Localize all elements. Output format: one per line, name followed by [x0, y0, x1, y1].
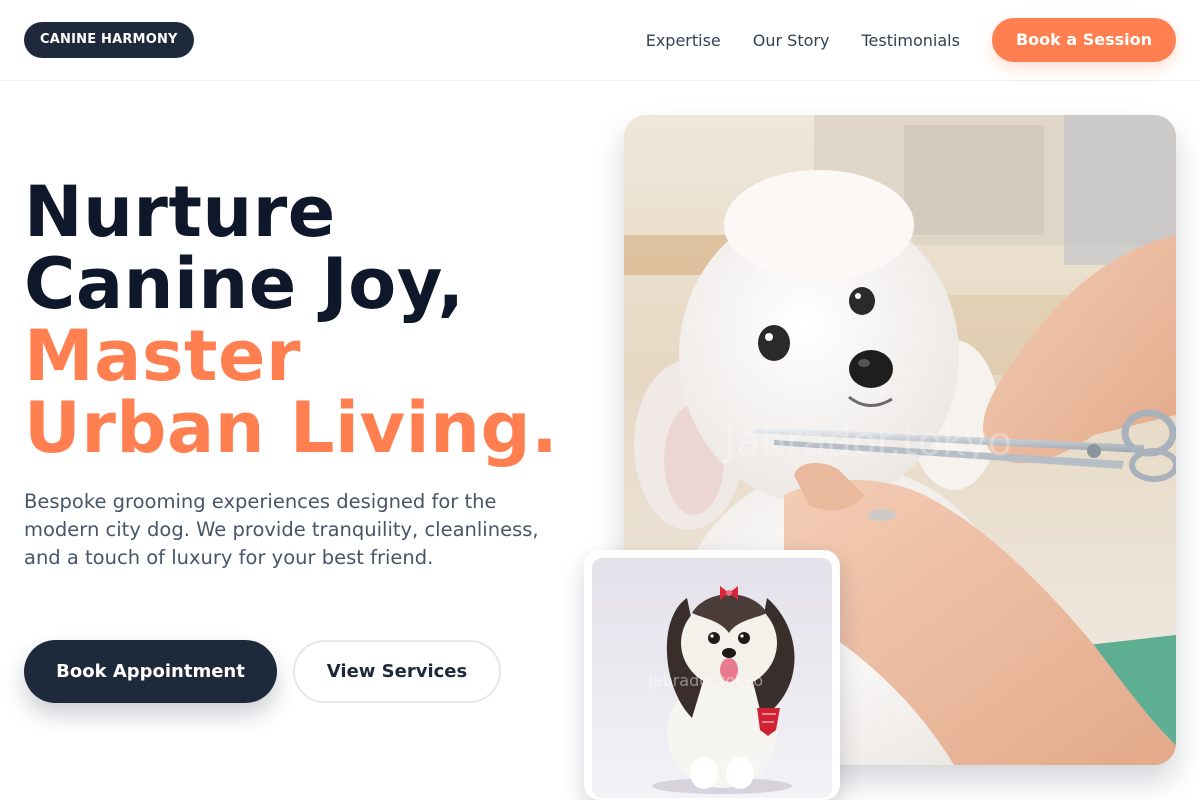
inset-photo-card: Jabrador.tokyo	[584, 550, 840, 800]
main-photo-watermark: Jabrador.tokyo	[721, 419, 1012, 465]
headline-accent-line-1: Master	[24, 315, 302, 397]
view-services-button[interactable]: View Services	[293, 640, 501, 703]
hero-headline: Nurture Canine Joy, Master Urban Living.	[24, 176, 558, 464]
nav-link-testimonials[interactable]: Testimonials	[861, 31, 960, 50]
nav-link-expertise[interactable]: Expertise	[646, 31, 721, 50]
hero-description: Bespoke grooming experiences designed fo…	[24, 490, 539, 569]
brand-logo[interactable]: CANINE HARMONY	[24, 22, 194, 58]
shih-tzu-photo: Jabrador.tokyo	[592, 558, 832, 798]
inset-photo-watermark: Jabrador.tokyo	[647, 671, 763, 690]
headline-line-2: Canine Joy,	[24, 243, 465, 325]
nav-link-our-story[interactable]: Our Story	[753, 31, 830, 50]
headline-accent-line-2: Urban Living.	[24, 387, 559, 469]
main-nav: Expertise Our Story Testimonials Book a …	[646, 18, 1176, 62]
book-appointment-button[interactable]: Book Appointment	[24, 640, 277, 703]
headline-line-1: Nurture	[24, 171, 336, 253]
site-header: CANINE HARMONY Expertise Our Story Testi…	[0, 0, 1200, 81]
book-session-button[interactable]: Book a Session	[991, 18, 1176, 62]
